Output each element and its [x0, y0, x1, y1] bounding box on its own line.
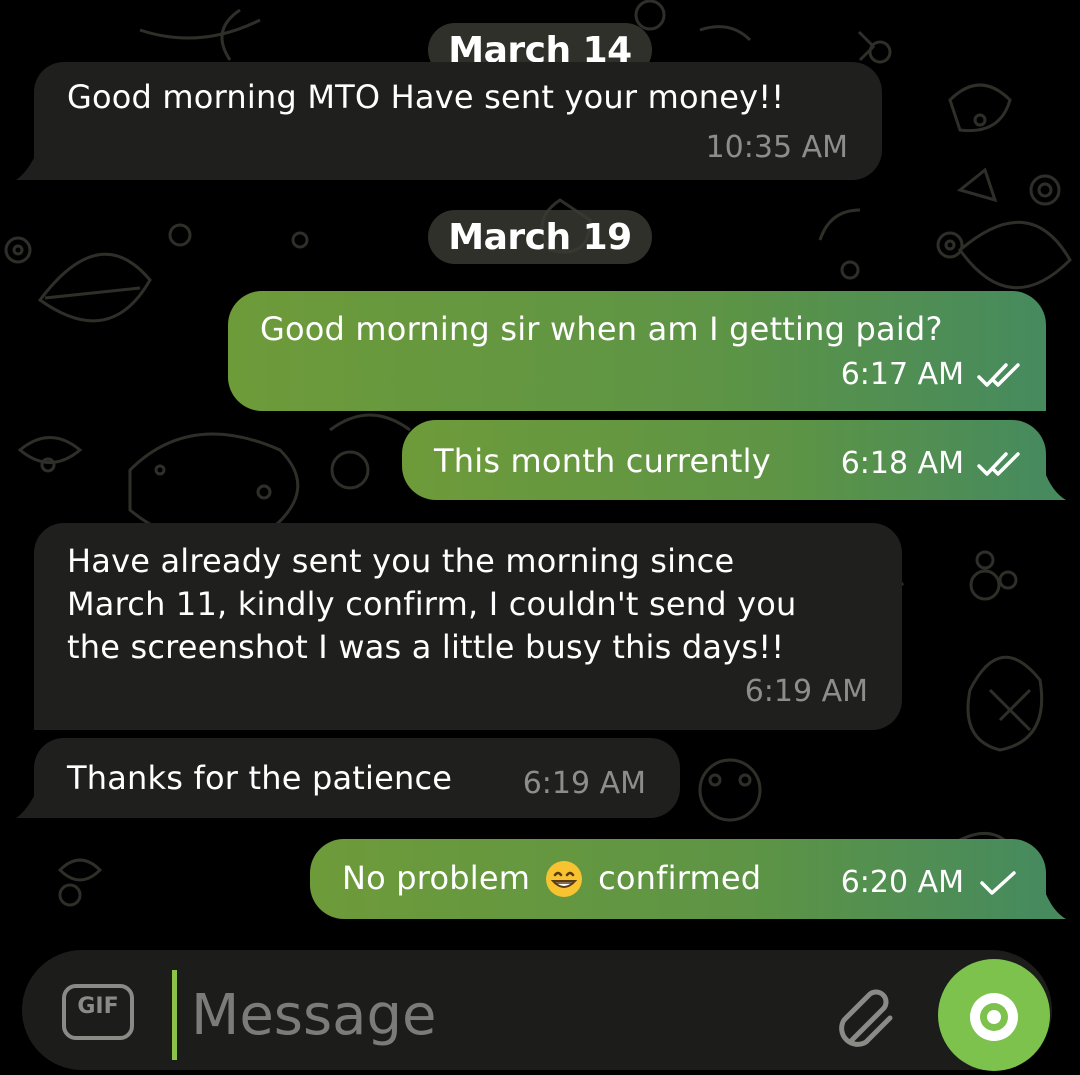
bubble-tail: [1044, 470, 1066, 500]
message-text-part: No problem: [342, 859, 531, 897]
message-meta: 6:19 AM: [523, 766, 646, 801]
grinning-face-icon: [546, 860, 583, 897]
single-check-icon: [980, 870, 1016, 895]
incoming-message[interactable]: Good morning MTO Have sent your money!! …: [34, 62, 882, 180]
message-meta: 6:20 AM: [841, 865, 1022, 900]
camera-button[interactable]: [938, 959, 1050, 1071]
message-time: 6:18 AM: [840, 446, 964, 481]
bubble-tail: [16, 150, 38, 180]
message-text: Thanks for the patience: [67, 759, 453, 797]
message-text-line: March 11, kindly confirm, I couldn't sen…: [67, 585, 797, 623]
gif-icon[interactable]: GIF: [62, 984, 134, 1040]
message-text-line: the screenshot I was a little busy this …: [67, 628, 785, 666]
message-time: 10:35 AM: [705, 130, 848, 165]
message-text-part: confirmed: [598, 859, 762, 897]
message-text: Good morning sir when am I getting paid?: [260, 310, 943, 348]
message-input[interactable]: [172, 970, 831, 1060]
incoming-message[interactable]: Thanks for the patience 6:19 AM: [34, 738, 680, 818]
date-separator: March 19: [428, 210, 652, 264]
bubble-tail: [1044, 889, 1066, 919]
message-meta: 10:35 AM: [706, 130, 848, 165]
message-text-line: Have already sent you the morning since: [67, 542, 735, 580]
message-time: 6:19 AM: [522, 766, 646, 801]
double-check-icon: [977, 451, 1020, 476]
message-meta: 6:18 AM: [841, 446, 1022, 481]
double-check-icon: [977, 362, 1020, 387]
message-text: Good morning MTO Have sent your money!!: [67, 78, 785, 116]
message-text: This month currently: [434, 442, 771, 480]
message-text: No problem confirmed: [342, 857, 761, 900]
message-time: 6:19 AM: [744, 674, 868, 709]
paperclip-icon[interactable]: [832, 980, 902, 1050]
outgoing-message[interactable]: No problem confirmed 6:20 AM: [310, 839, 1046, 919]
message-meta: 6:19 AM: [745, 674, 868, 709]
bubble-tail: [16, 788, 38, 818]
message-meta: 6:17 AM: [841, 357, 1022, 392]
message-composer: GIF: [22, 950, 1052, 1070]
outgoing-message[interactable]: This month currently 6:18 AM: [402, 420, 1046, 500]
message-time: 6:20 AM: [840, 865, 964, 900]
camera-icon: [970, 993, 1018, 1041]
outgoing-message[interactable]: Good morning sir when am I getting paid?…: [228, 291, 1046, 411]
incoming-message[interactable]: Have already sent you the morning since …: [34, 523, 902, 730]
message-time: 6:17 AM: [840, 357, 964, 392]
